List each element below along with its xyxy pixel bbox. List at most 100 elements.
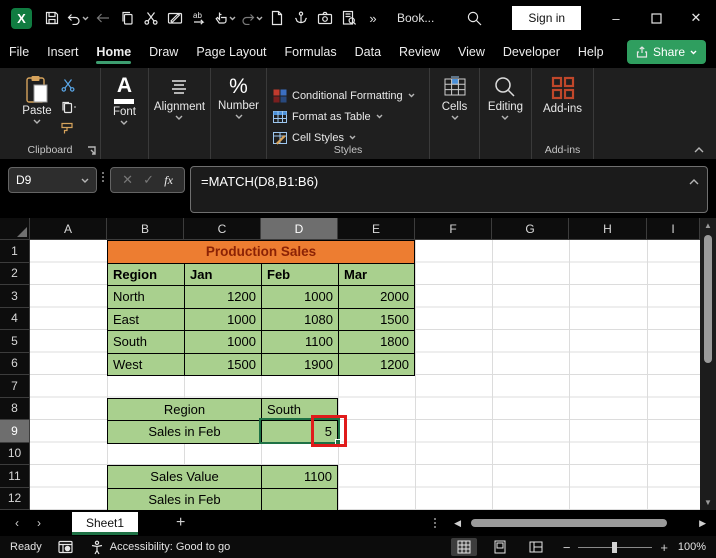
save-icon[interactable] [40,4,64,32]
dialog-launcher-icon[interactable] [87,146,96,155]
cancel-entry-icon[interactable]: ✕ [122,172,133,188]
row-header-8[interactable]: 8 [0,397,30,420]
cell-b5[interactable]: South [108,331,185,354]
cells-area[interactable]: Production Sales Region Jan Feb Mar Nort… [30,240,700,511]
prev-sheet-icon[interactable]: ‹ [6,516,28,530]
row-header-10[interactable]: 10 [0,442,30,465]
copy-icon[interactable] [60,100,78,114]
sheet-tab-sheet1[interactable]: Sheet1 [72,511,139,535]
tab-review[interactable]: Review [390,38,449,66]
cell-b12[interactable]: Sales in Feb [108,488,262,511]
cell-d8[interactable]: South [262,398,338,421]
cell-b8[interactable]: Region [108,398,262,421]
cell-c2[interactable]: Jan [185,263,262,286]
horizontal-scroll-thumb[interactable] [471,519,668,527]
expand-formula-bar-icon[interactable] [689,179,699,185]
tab-data[interactable]: Data [346,38,390,66]
cell-d3[interactable]: 1000 [262,286,339,309]
column-header-g[interactable]: G [492,218,569,240]
cell-d12[interactable] [262,488,338,511]
format-as-table-button[interactable]: Format as Table [273,106,383,127]
tab-help[interactable]: Help [569,38,613,66]
cell-b9[interactable]: Sales in Feb [108,421,262,444]
cell-c6[interactable]: 1500 [185,353,262,376]
cell-b11[interactable]: Sales Value [108,466,262,489]
row-header-7[interactable]: 7 [0,375,30,398]
maximize-button[interactable] [636,0,676,36]
share-button[interactable]: Share [626,40,706,64]
back-icon[interactable] [91,4,115,32]
tab-bar-options-handle[interactable] [434,518,437,528]
name-box[interactable]: D9 [8,167,97,193]
row-header-4[interactable]: 4 [0,307,30,330]
copy-icon[interactable] [115,4,139,32]
paste-button[interactable]: Paste [22,68,52,124]
new-file-icon[interactable] [265,4,289,32]
zoom-slider[interactable] [578,541,653,553]
addins-button[interactable]: Add-ins [543,68,582,115]
cell-c5[interactable]: 1000 [185,331,262,354]
cells-button[interactable]: Cells [442,68,467,120]
more-commands[interactable]: » [361,4,385,32]
row-header-1[interactable]: 1 [0,240,30,263]
select-all-corner[interactable] [0,218,30,240]
cell-d9[interactable]: 5 [262,421,338,444]
format-painter-icon[interactable] [60,121,76,136]
replace-icon[interactable]: ab [187,4,211,32]
row-header-5[interactable]: 5 [0,330,30,353]
zoom-level[interactable]: 100% [672,541,706,553]
cell-b3[interactable]: North [108,286,185,309]
touch-mode-icon[interactable] [211,4,238,32]
column-header-a[interactable]: A [30,218,107,240]
cut-icon[interactable] [139,4,163,32]
minimize-button[interactable]: – [596,0,636,36]
macro-record-icon[interactable] [58,540,74,554]
page-break-icon[interactable] [523,538,549,556]
tab-draw[interactable]: Draw [140,38,187,66]
anchor-icon[interactable] [289,4,313,32]
editing-button[interactable]: Editing [488,68,523,120]
tab-page-layout[interactable]: Page Layout [187,38,275,66]
column-header-d[interactable]: D [261,218,338,240]
scroll-up-icon[interactable]: ▲ [700,221,716,230]
normal-view-icon[interactable] [450,538,477,556]
search-icon[interactable] [462,4,486,32]
cell-b2[interactable]: Region [108,263,185,286]
row-header-11[interactable]: 11 [0,465,30,488]
cell-e3[interactable]: 2000 [339,286,415,309]
tab-formulas[interactable]: Formulas [276,38,346,66]
insert-function-icon[interactable]: fx [164,173,173,188]
column-header-e[interactable]: E [338,218,415,240]
confirm-entry-icon[interactable]: ✓ [143,172,154,188]
cell-b4[interactable]: East [108,308,185,331]
zoom-slider-thumb[interactable] [612,541,618,553]
next-sheet-icon[interactable]: › [28,516,50,530]
cell-b1-title[interactable]: Production Sales [108,241,415,264]
column-header-c[interactable]: C [184,218,261,240]
camera-icon[interactable] [313,4,337,32]
collapse-ribbon-icon[interactable] [694,147,704,153]
column-header-i[interactable]: I [647,218,700,240]
tab-home[interactable]: Home [87,38,140,66]
cell-d6[interactable]: 1900 [262,353,339,376]
cell-e2[interactable]: Mar [339,263,415,286]
note-pen-icon[interactable] [163,4,187,32]
tab-view[interactable]: View [449,38,494,66]
tab-insert[interactable]: Insert [38,38,87,66]
cell-e4[interactable]: 1500 [339,308,415,331]
conditional-formatting-button[interactable]: Conditional Formatting [273,85,415,106]
vertical-scroll-thumb[interactable] [704,235,712,363]
horizontal-scrollbar[interactable] [465,517,695,529]
row-header-9[interactable]: 9 [0,420,30,443]
sign-in-button[interactable]: Sign in [512,6,582,30]
hscroll-right-icon[interactable]: ▶ [695,518,710,529]
formula-bar-drag-handle[interactable] [102,172,104,182]
cut-icon[interactable] [60,78,76,93]
column-header-f[interactable]: F [415,218,492,240]
page-layout-icon[interactable] [487,538,513,556]
cell-d11[interactable]: 1100 [262,466,338,489]
doc-search-icon[interactable] [337,4,361,32]
column-header-b[interactable]: B [107,218,184,240]
scroll-down-icon[interactable]: ▼ [700,498,716,507]
undo-icon[interactable] [64,4,91,32]
